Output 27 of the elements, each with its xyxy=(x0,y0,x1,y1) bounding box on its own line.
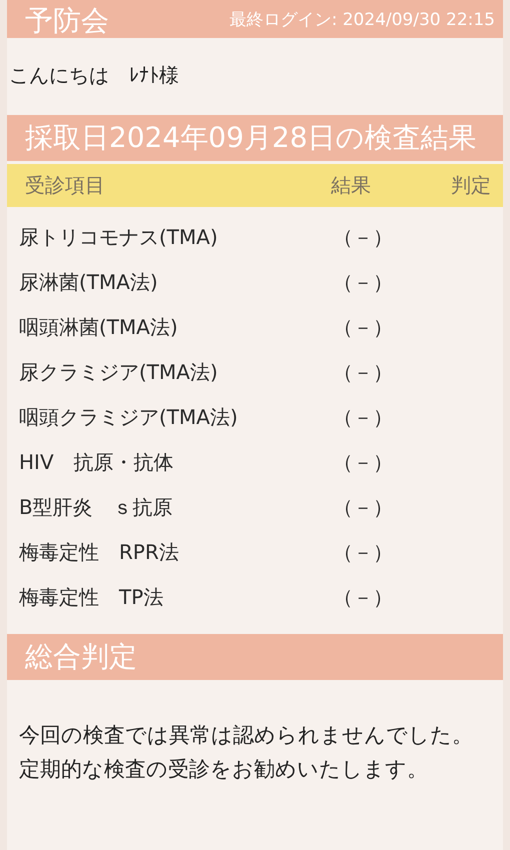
test-item-cell-text: 尿淋菌(TMA法) xyxy=(19,269,159,296)
test-item-cell-text: 尿クラミジア(TMA法) xyxy=(19,359,219,386)
site-title: 予防会 xyxy=(25,4,109,38)
test-item-cell-text: B型肝炎 ｓ抗原 xyxy=(19,494,174,521)
result-cell-text: （－） xyxy=(333,539,394,566)
column-header: 判定 xyxy=(450,172,491,199)
summary-paragraph: 今回の検査では異常は認められませんでした。定期的な検査の受診をお勧めいたします。 xyxy=(18,722,474,783)
section-heading: 総合判定 xyxy=(25,640,138,674)
test-item-cell-text: 咽頭淋菌(TMA法) xyxy=(19,314,179,341)
result-cell-text: （－） xyxy=(333,224,394,251)
result-cell-text: （－） xyxy=(333,494,394,521)
result-cell-text: （－） xyxy=(333,269,394,296)
result-cell-text: （－） xyxy=(333,449,394,476)
result-cell-text: （－） xyxy=(333,404,394,431)
last-login-text: 最終ログイン: 2024/09/30 22:15 xyxy=(229,8,495,30)
test-item-cell-text: 咽頭クラミジア(TMA法) xyxy=(19,404,239,431)
column-header: 結果 xyxy=(330,172,372,199)
result-cell-text: （－） xyxy=(333,314,394,341)
section-heading: 採取日2024年09月28日の検査結果 xyxy=(25,121,478,155)
result-cell-text: （－） xyxy=(333,359,394,386)
greeting-text: こんにちは ﾚﾅﾄ様 xyxy=(8,62,180,89)
result-cell-text: （－） xyxy=(333,584,394,611)
test-item-cell-text: 梅毒定性 TP法 xyxy=(19,584,164,611)
column-header: 受診項目 xyxy=(25,172,106,199)
test-item-cell-text: HIV 抗原・抗体 xyxy=(19,449,175,476)
test-item-cell-text: 尿トリコモナス(TMA) xyxy=(19,224,219,251)
test-item-cell-text: 梅毒定性 RPR法 xyxy=(19,539,180,566)
